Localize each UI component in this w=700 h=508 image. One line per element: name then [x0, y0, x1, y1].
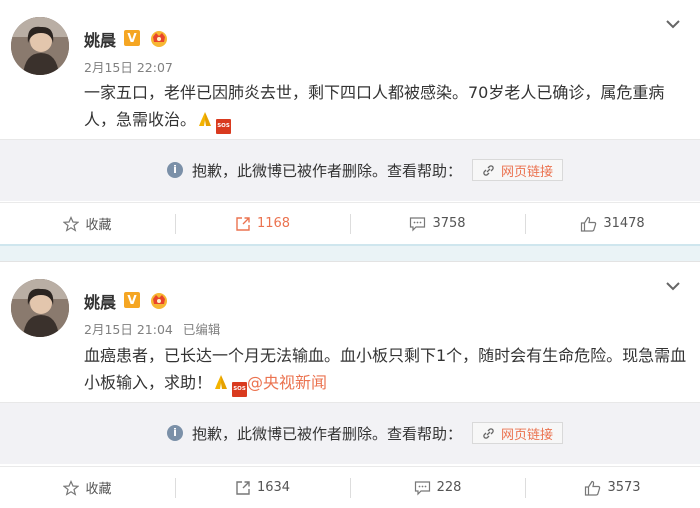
weibo-post: 姚晨 V 2月15日 22:07 一家五口，老伴已因肺炎去世，剩下四口人都被感染… [0, 0, 700, 244]
chevron-down-icon[interactable] [665, 18, 681, 30]
thumbs-up-icon [581, 216, 597, 232]
web-link-label: 网页链接 [501, 164, 554, 180]
timestamp[interactable]: 2月15日 21:04 [84, 322, 173, 337]
comment-icon [410, 216, 426, 231]
repost-button[interactable]: 1168 [175, 203, 350, 244]
comment-icon [414, 480, 430, 495]
username[interactable]: 姚晨 [84, 289, 116, 313]
repost-button[interactable]: 1634 [175, 467, 350, 508]
sos-emoji-icon: SOS [232, 382, 248, 397]
comment-button[interactable]: 3758 [350, 203, 525, 244]
verified-badge-icon: V [124, 30, 140, 46]
mention-link[interactable]: @央视新闻 [247, 373, 327, 392]
comment-count: 228 [436, 480, 462, 495]
post-meta: 2月15日 22:07 [84, 57, 183, 76]
feed-separator [0, 244, 700, 262]
deleted-notice: i 抱歉，此微博已被作者删除。查看帮助： 网页链接 [0, 139, 700, 201]
info-icon: i [167, 425, 183, 441]
action-bar: 收藏 1634 228 3573 [0, 466, 700, 508]
link-icon [483, 427, 494, 439]
web-link-button[interactable]: 网页链接 [472, 159, 564, 181]
pray-emoji-icon [199, 112, 212, 126]
crown-icon [151, 31, 167, 47]
post-text: 一家五口，老伴已因肺炎去世，剩下四口人都被感染。70岁老人已确诊，属危重病人，急… [84, 79, 690, 134]
link-icon [483, 164, 494, 176]
deleted-text: 抱歉，此微博已被作者删除。查看帮助： [192, 424, 463, 443]
weibo-post: 姚晨 V 2月15日 21:04 已编辑 血癌患者，已长达一个月无法输血。血小板只… [0, 262, 700, 508]
web-link-button[interactable]: 网页链接 [472, 422, 564, 444]
post-text: 血癌患者，已长达一个月无法输血。血小板只剩下1个，随时会有生命危险。现急需血小板… [84, 342, 690, 397]
verified-badge-icon: V [124, 292, 140, 308]
star-icon [63, 215, 80, 232]
username[interactable]: 姚晨 [84, 27, 116, 51]
comment-button[interactable]: 228 [350, 467, 525, 508]
repost-icon [236, 480, 250, 495]
post-meta: 2月15日 21:04 已编辑 [84, 319, 220, 338]
comment-count: 3758 [432, 216, 466, 231]
deleted-notice: i 抱歉，此微博已被作者删除。查看帮助： 网页链接 [0, 402, 700, 464]
post-body: 血癌患者，已长达一个月无法输血。血小板只剩下1个，随时会有生命危险。现急需血小板… [84, 346, 687, 392]
repost-count: 1168 [256, 216, 291, 231]
like-count: 31478 [603, 216, 645, 231]
chevron-down-icon[interactable] [665, 280, 681, 292]
repost-icon [236, 216, 250, 231]
avatar[interactable] [11, 279, 69, 337]
favorite-label: 收藏 [85, 218, 112, 233]
web-link-label: 网页链接 [501, 427, 554, 443]
favorite-button[interactable]: 收藏 [0, 203, 175, 244]
repost-count: 1634 [256, 480, 291, 495]
like-button[interactable]: 31478 [525, 203, 700, 244]
like-count: 3573 [607, 480, 641, 495]
like-button[interactable]: 3573 [525, 467, 700, 508]
favorite-label: 收藏 [85, 482, 112, 497]
thumbs-up-icon [585, 480, 601, 496]
star-icon [63, 479, 80, 496]
avatar[interactable] [11, 17, 69, 75]
favorite-button[interactable]: 收藏 [0, 467, 175, 508]
sos-emoji-icon: SOS [216, 119, 232, 134]
post-body: 一家五口，老伴已因肺炎去世，剩下四口人都被感染。70岁老人已确诊，属危重病人，急… [84, 83, 665, 129]
pray-emoji-icon [215, 375, 228, 389]
crown-icon [151, 293, 167, 309]
edited-label[interactable]: 已编辑 [183, 322, 221, 337]
deleted-text: 抱歉，此微博已被作者删除。查看帮助： [192, 161, 463, 180]
action-bar: 收藏 1168 3758 31478 [0, 202, 700, 244]
info-icon: i [167, 162, 183, 178]
timestamp[interactable]: 2月15日 22:07 [84, 60, 173, 75]
